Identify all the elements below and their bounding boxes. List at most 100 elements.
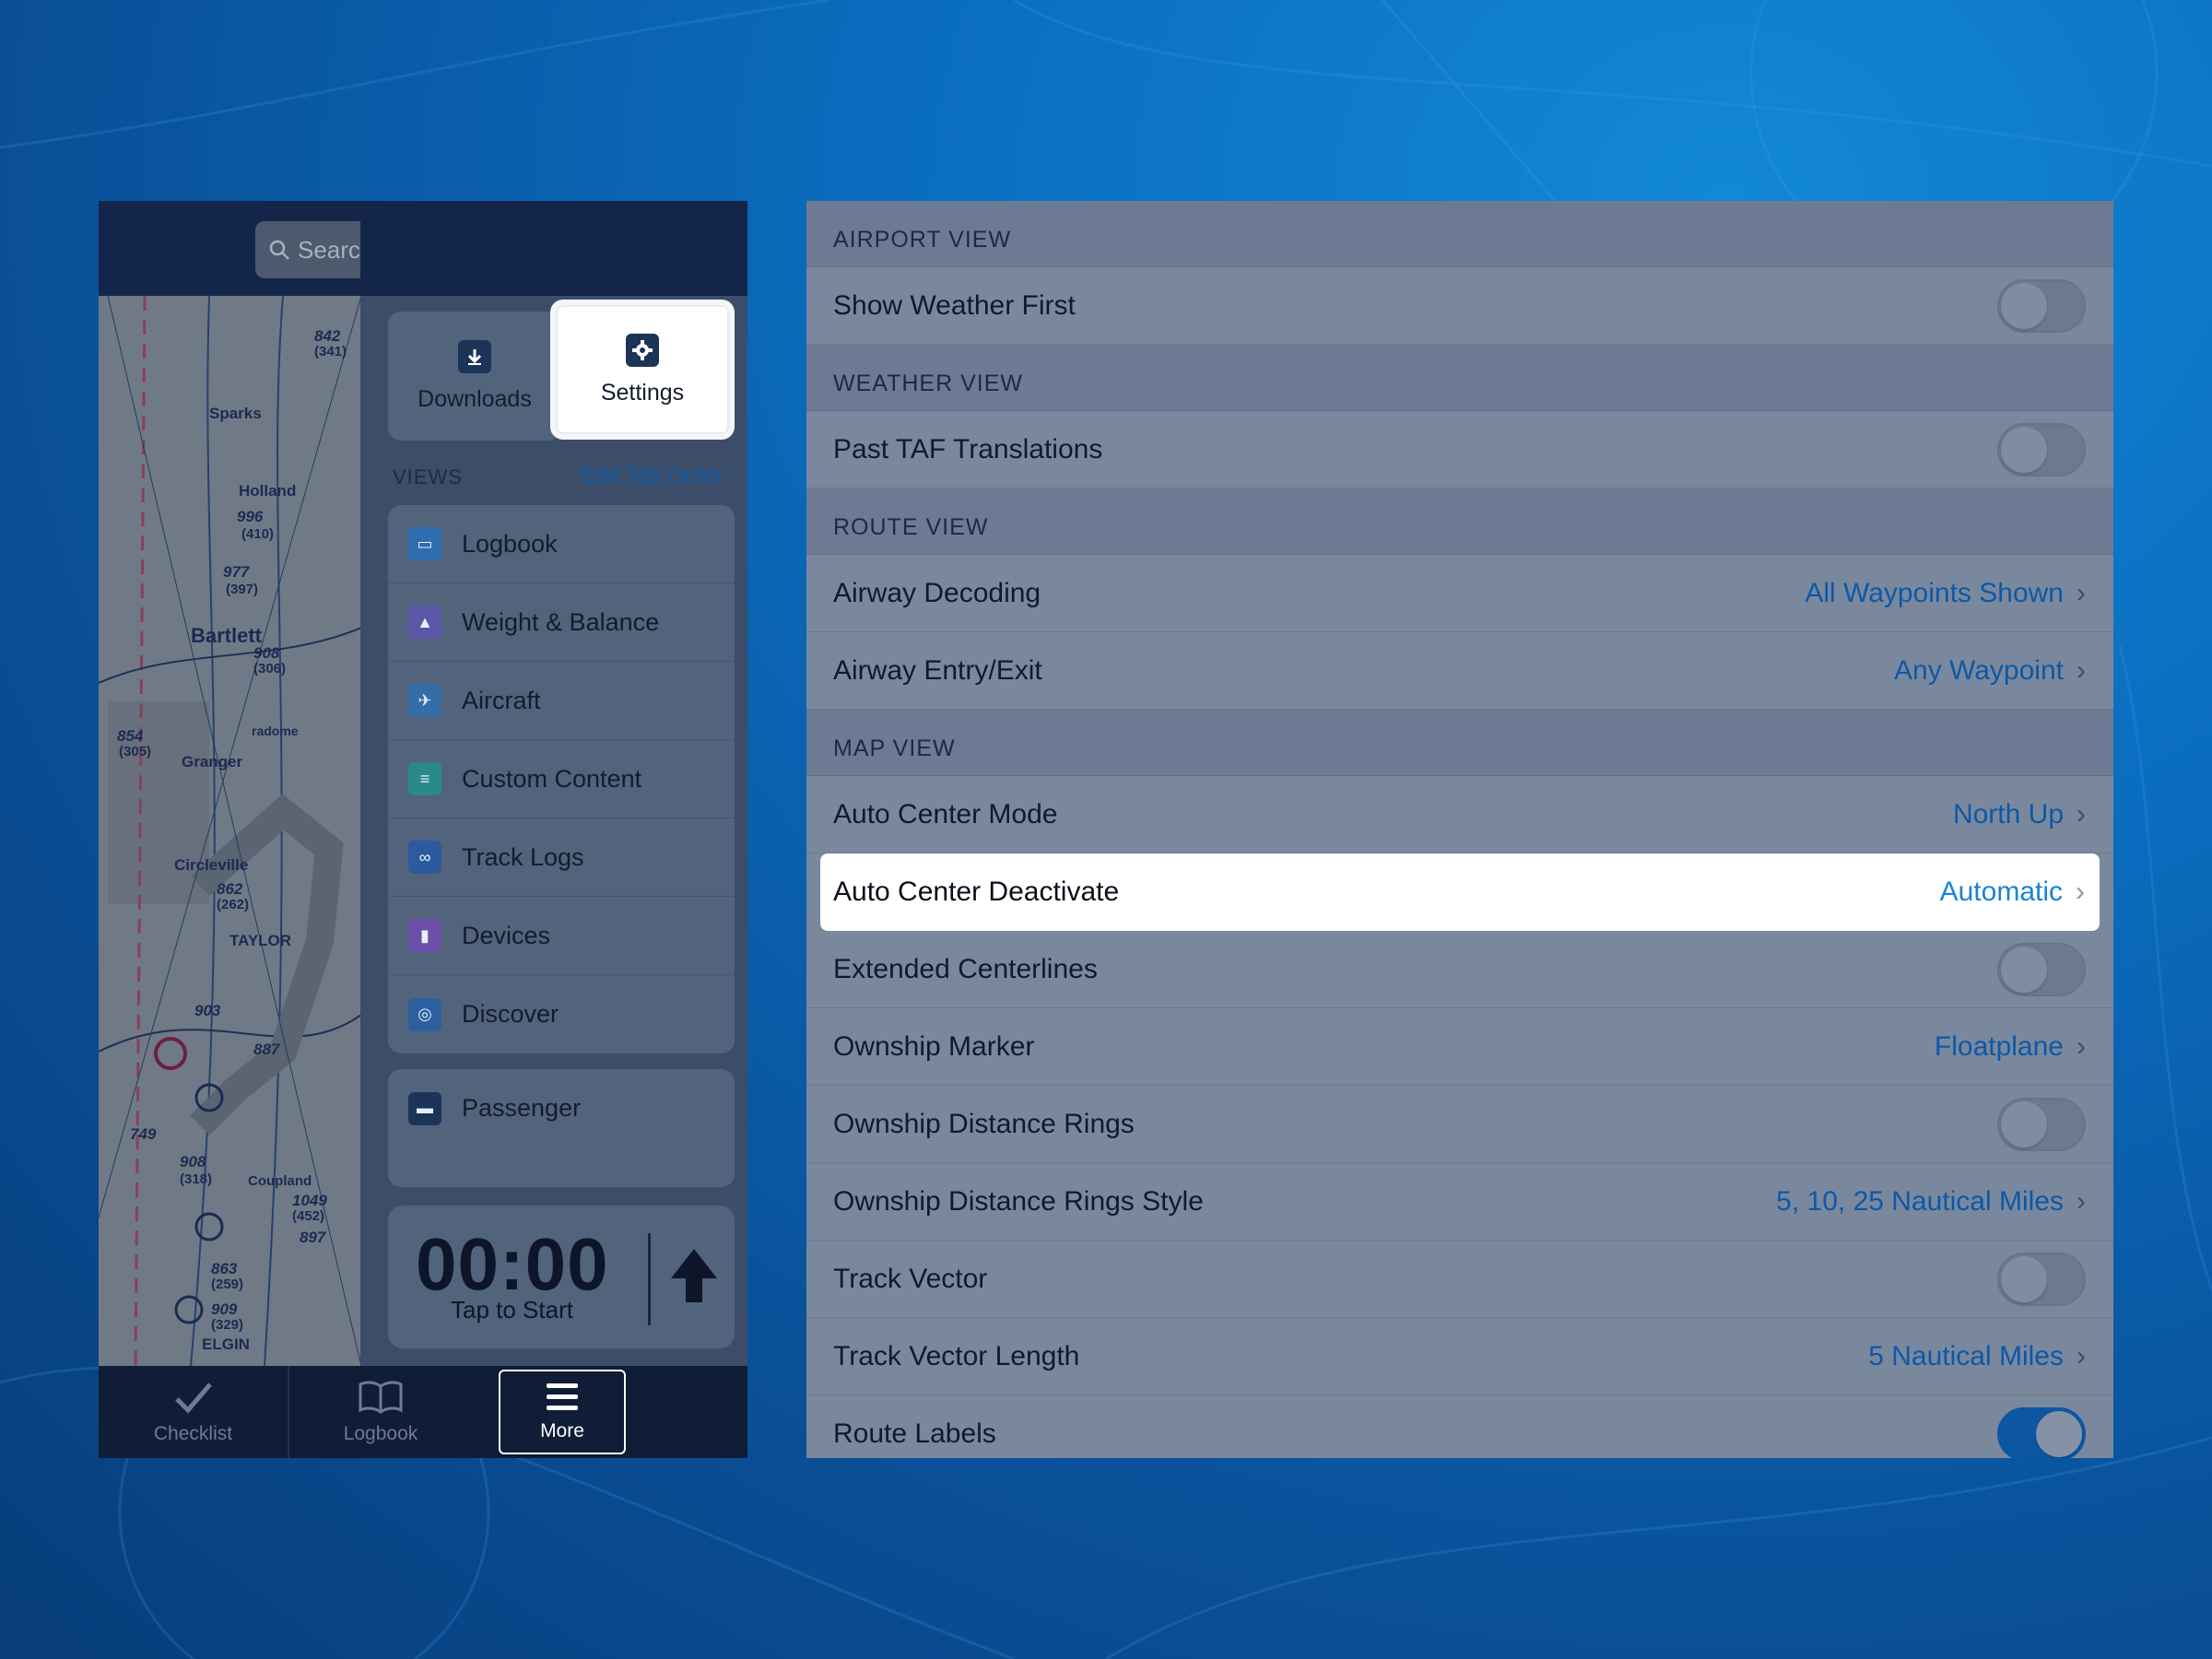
edit-tab-order-link[interactable]: Edit Tab Order (582, 464, 724, 489)
map-label: (306) (253, 661, 287, 677)
menu-item-aircraft[interactable]: ✈ Aircraft (388, 662, 735, 740)
setting-value: Floatplane › (1935, 1031, 2086, 1063)
menu-item-devices[interactable]: ▮ Devices (388, 897, 735, 975)
menu-item-label: Passenger (462, 1094, 582, 1122)
map-label: 977 (223, 563, 250, 581)
map-label: 909 (211, 1300, 238, 1318)
gear-icon (626, 333, 659, 367)
value-text: Floatplane (1934, 1030, 2064, 1062)
toggle-switch-off[interactable] (1997, 1097, 2086, 1151)
map-label: 897 (300, 1229, 326, 1246)
menu-item-logbook[interactable]: ▭ Logbook (388, 505, 735, 583)
setting-value: Any Waypoint › (1894, 655, 2086, 687)
menu-item-custom-content[interactable]: ≡ Custom Content (388, 740, 735, 818)
flight-timer[interactable]: 00:00 Tap to Start (388, 1206, 735, 1348)
search-field[interactable]: Searc (255, 221, 375, 278)
map-label: 908 (253, 644, 280, 662)
map-label: (341) (314, 344, 347, 359)
setting-airway-decoding[interactable]: Airway Decoding All Waypoints Shown › (806, 555, 2113, 632)
toggle-switch-off[interactable] (1997, 422, 2086, 477)
map-label: (259) (211, 1277, 244, 1292)
setting-auto-center-deactivate[interactable]: Auto Center Deactivate Automatic › (820, 853, 2100, 931)
setting-show-weather-first[interactable]: Show Weather First (806, 267, 2113, 345)
setting-label: Ownship Distance Rings Style (833, 1185, 1204, 1217)
setting-label: Ownship Distance Rings (833, 1108, 1135, 1139)
setting-track-vector[interactable]: Track Vector (806, 1241, 2113, 1318)
setting-ownship-distance-rings-style[interactable]: Ownship Distance Rings Style 5, 10, 25 N… (806, 1163, 2113, 1241)
setting-value: Automatic › (1940, 877, 2085, 908)
toggle-switch-off[interactable] (1997, 1252, 2086, 1306)
setting-airway-entry-exit[interactable]: Airway Entry/Exit Any Waypoint › (806, 632, 2113, 710)
map-label: (305) (119, 744, 152, 759)
value-text: Automatic (1939, 877, 2063, 907)
map-label: 842 (314, 327, 341, 345)
section-header-route-view: ROUTE VIEW (806, 488, 2113, 555)
tab-checklist[interactable]: Checklist (99, 1366, 288, 1458)
map-label: 996 (237, 508, 264, 525)
toggle-switch-on[interactable] (1997, 1406, 2086, 1458)
hamburger-icon (547, 1383, 578, 1410)
chevron-right-icon: › (2077, 1340, 2086, 1371)
toggle-switch-off[interactable] (1997, 278, 2086, 333)
arrow-up-icon[interactable] (669, 1247, 719, 1304)
chevron-right-icon: › (2077, 1030, 2086, 1062)
map-label: radome (252, 724, 299, 738)
setting-value: 5, 10, 25 Nautical Miles › (1776, 1186, 2086, 1218)
menu-item-weight-balance[interactable]: ▲ Weight & Balance (388, 583, 735, 662)
setting-past-taf-translations[interactable]: Past TAF Translations (806, 411, 2113, 488)
setting-track-vector-length[interactable]: Track Vector Length 5 Nautical Miles › (806, 1318, 2113, 1395)
menu-item-label: Custom Content (462, 764, 642, 793)
setting-label: Show Weather First (833, 289, 1076, 321)
bottom-tab-bar: Checklist Logbook More (99, 1366, 747, 1458)
map-label: 862 (217, 880, 243, 898)
more-menu-header (360, 201, 747, 296)
toggle-switch-off[interactable] (1997, 942, 2086, 996)
setting-label: Past TAF Translations (833, 433, 1103, 465)
plug-icon: ▮ (408, 919, 441, 952)
map-label: (318) (180, 1171, 213, 1187)
setting-label: Airway Decoding (833, 577, 1041, 608)
setting-ownship-marker[interactable]: Ownship Marker Floatplane › (806, 1008, 2113, 1086)
views-list: ▭ Logbook ▲ Weight & Balance ✈ Aircraft … (388, 505, 735, 1053)
map-label: Circleville (174, 856, 249, 874)
setting-label: Airway Entry/Exit (833, 654, 1042, 686)
setting-label: Track Vector (833, 1263, 988, 1294)
binoculars-icon: ◎ (408, 997, 441, 1031)
menu-item-passenger[interactable]: ▬ Passenger (388, 1069, 735, 1147)
download-icon (458, 339, 491, 373)
left-phone-panel: Sparks Holland Bartlett Granger Circlevi… (99, 201, 747, 1458)
map-label: 854 (117, 727, 144, 745)
menu-item-label: Discover (462, 1000, 559, 1028)
value-text: 5 Nautical Miles (1868, 1340, 2064, 1371)
downloads-tile[interactable]: Downloads (388, 312, 561, 441)
tab-more[interactable]: More (499, 1370, 626, 1454)
book-icon: ▭ (408, 527, 441, 560)
menu-item-label: Logbook (462, 529, 558, 558)
setting-route-labels[interactable]: Route Labels (806, 1395, 2113, 1458)
map-label: 1049 (292, 1192, 327, 1209)
tab-label: More (540, 1420, 584, 1441)
setting-auto-center-mode[interactable]: Auto Center Mode North Up › (806, 776, 2113, 853)
chevron-right-icon: › (2077, 1185, 2086, 1217)
map-label: TAYLOR (229, 932, 292, 949)
setting-ownship-distance-rings[interactable]: Ownship Distance Rings (806, 1086, 2113, 1163)
sectional-map[interactable]: Sparks Holland Bartlett Granger Circlevi… (99, 296, 361, 1366)
book-open-icon (359, 1381, 403, 1414)
value-text: Any Waypoint (1894, 654, 2064, 686)
value-text: 5, 10, 25 Nautical Miles (1776, 1185, 2064, 1217)
section-header-map-view: MAP VIEW (806, 710, 2113, 776)
settings-tile[interactable]: Settings (550, 300, 735, 440)
setting-extended-centerlines[interactable]: Extended Centerlines (806, 931, 2113, 1008)
menu-item-discover[interactable]: ◎ Discover (388, 975, 735, 1053)
map-label: 908 (180, 1153, 206, 1171)
tracklog-icon: ∞ (408, 841, 441, 874)
tab-logbook[interactable]: Logbook (288, 1366, 472, 1458)
chevron-right-icon: › (2077, 654, 2086, 686)
setting-label: Track Vector Length (833, 1340, 1080, 1371)
map-label: 749 (130, 1125, 157, 1143)
map-label: Coupland (248, 1173, 312, 1189)
map-label: (452) (292, 1208, 325, 1224)
settings-label: Settings (600, 379, 685, 406)
menu-item-track-logs[interactable]: ∞ Track Logs (388, 818, 735, 897)
map-label: Sparks (209, 405, 262, 422)
